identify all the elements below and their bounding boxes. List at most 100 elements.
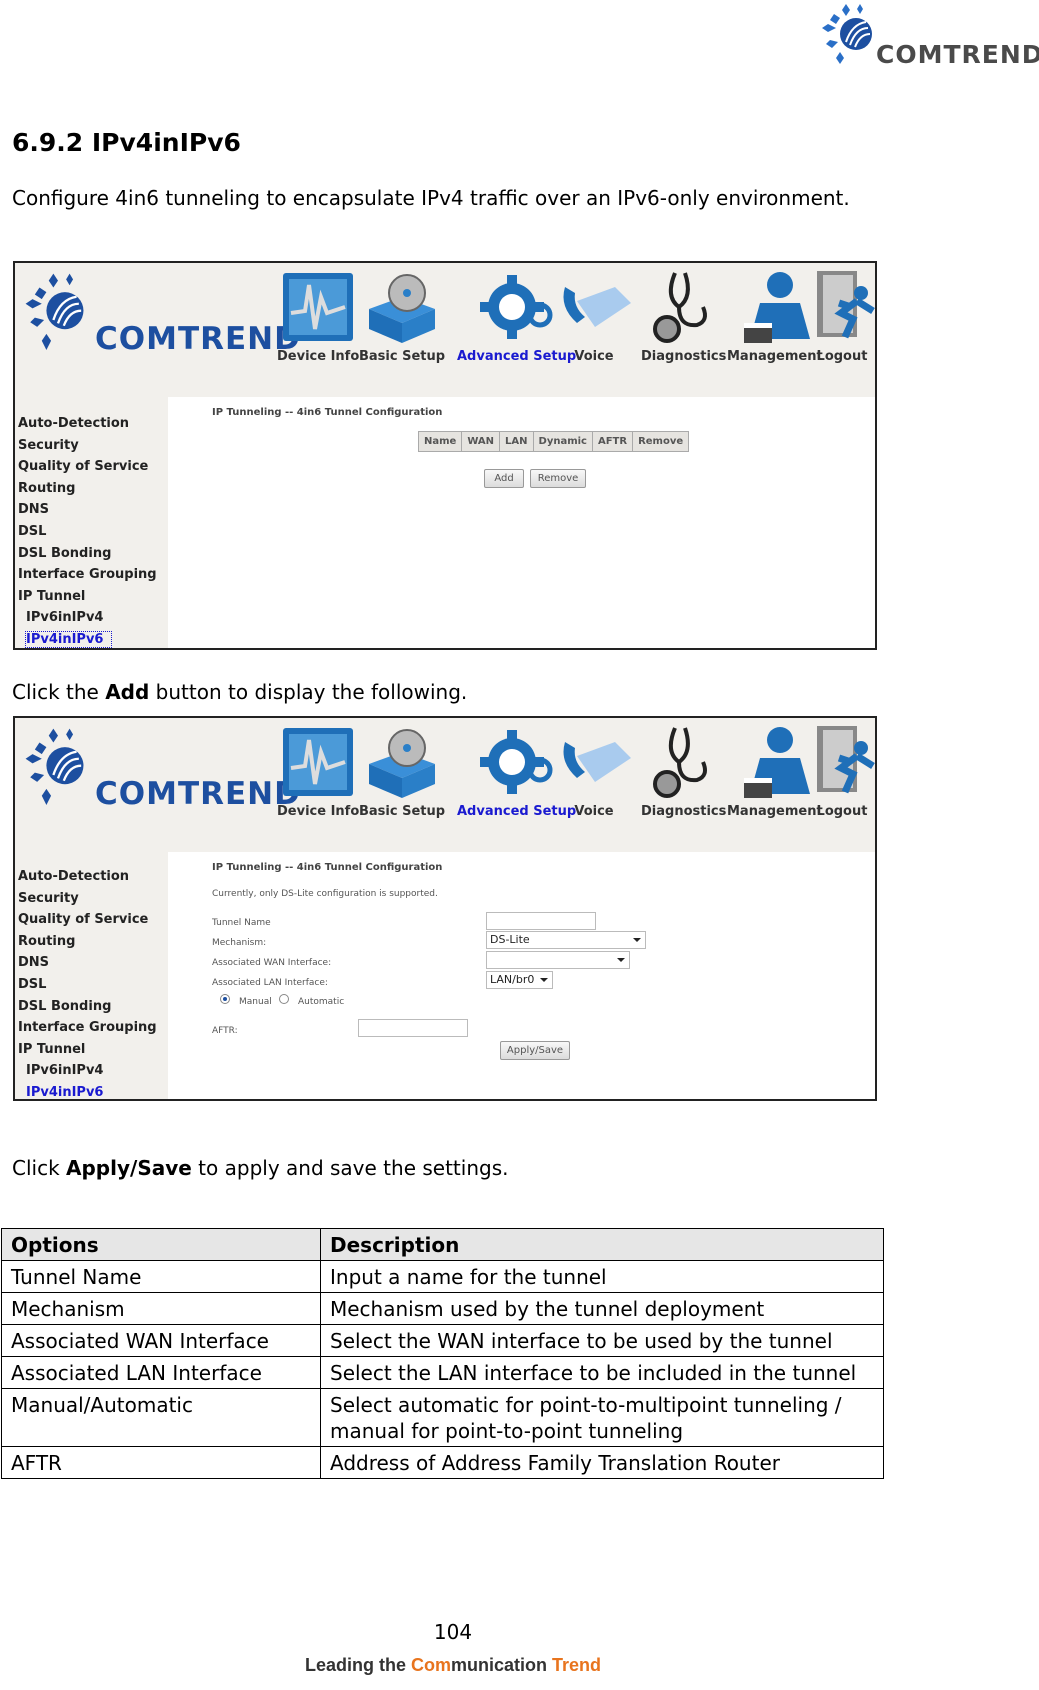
sidebar-item-ipv4inipv6[interactable]: IPv4inIPv6 [15, 1082, 168, 1099]
header-options: Options [1, 1228, 321, 1261]
apply-save-button[interactable]: Apply/Save [500, 1041, 570, 1060]
nav-basic-setup[interactable]: Basic Setup [359, 267, 445, 364]
device-info-icon [283, 728, 354, 796]
chevron-down-icon [633, 938, 641, 942]
config-title: IP Tunneling -- 4in6 Tunnel Configuratio… [212, 862, 443, 873]
device-info-icon [283, 273, 354, 341]
sidebar-item-security[interactable]: Security [15, 435, 168, 457]
router-screenshot-list: COMTREND Device Info Basic Setup Advance… [13, 261, 877, 650]
sidebar-item-qos[interactable]: Quality of Service [15, 456, 168, 478]
automatic-radio-label: Automatic [298, 997, 345, 1007]
table-row: Mechanism Mechanism used by the tunnel d… [1, 1292, 884, 1325]
col-name: Name [417, 431, 463, 452]
nav-logout[interactable]: Logout [803, 722, 875, 819]
wan-interface-label: Associated WAN Interface: [212, 958, 332, 968]
chevron-down-icon [617, 958, 625, 962]
sidebar-item-interface-grouping[interactable]: Interface Grouping [15, 1017, 168, 1039]
voice-phone-icon [563, 742, 631, 782]
sidebar-item-dns[interactable]: DNS [15, 952, 168, 974]
footer-tagline: Leading the Communication Trend [305, 1655, 602, 1675]
manual-radio-label: Manual [239, 997, 272, 1007]
router-brand-logo: COMTREND [23, 269, 300, 357]
sidebar-item-interface-grouping[interactable]: Interface Grouping [15, 564, 168, 586]
sidebar-item-security[interactable]: Security [15, 888, 168, 910]
diagnostics-stethoscope-icon [652, 727, 707, 798]
sidebar-item-auto-detection[interactable]: Auto-Detection [15, 866, 168, 888]
nav-basic-setup[interactable]: Basic Setup [359, 722, 445, 819]
add-button[interactable]: Add [484, 469, 524, 488]
ds-lite-note: Currently, only DS-Lite configuration is… [212, 889, 438, 899]
col-aftr: AFTR [591, 431, 634, 452]
sidebar-item-dsl-bonding[interactable]: DSL Bonding [15, 996, 168, 1018]
page-number: 104 [433, 1620, 473, 1644]
table-row: Tunnel Name Input a name for the tunnel [1, 1260, 884, 1293]
sidebar-item-routing[interactable]: Routing [15, 931, 168, 953]
col-wan: WAN [461, 431, 501, 452]
advanced-setup-gear-icon [479, 275, 553, 339]
nav-voice[interactable]: Voice [555, 267, 633, 364]
nav-logout[interactable]: Logout [803, 267, 875, 364]
col-lan: LAN [499, 431, 534, 452]
sidebar-item-dsl-bonding[interactable]: DSL Bonding [15, 543, 168, 565]
chevron-down-icon [540, 978, 548, 982]
click-apply-paragraph: Click Apply/Save to apply and save the s… [12, 1156, 509, 1180]
sidebar-item-dsl[interactable]: DSL [15, 974, 168, 996]
sidebar-item-ipv6inipv4[interactable]: IPv6inIPv4 [15, 607, 168, 629]
col-remove: Remove [632, 431, 690, 452]
nav-device-info[interactable]: Device Info [277, 267, 359, 364]
tunnel-name-label: Tunnel Name [212, 918, 271, 928]
mechanism-select[interactable]: DS-Lite [486, 931, 646, 949]
nav-diagnostics[interactable]: Diagnostics [641, 722, 726, 819]
sidebar-item-ip-tunnel[interactable]: IP Tunnel [15, 586, 168, 608]
nav-diagnostics[interactable]: Diagnostics [641, 267, 726, 364]
manual-radio[interactable] [220, 994, 230, 1004]
wan-interface-select[interactable] [486, 951, 630, 969]
router-screenshot-add: COMTREND Device Info Basic Setup Advance… [13, 716, 877, 1101]
basic-setup-icon [369, 274, 436, 343]
options-table: Options Description Tunnel Name Input a … [1, 1228, 884, 1479]
sidebar-item-ipv4inipv6[interactable]: IPv4inIPv6 [15, 629, 168, 648]
sidebar-item-routing[interactable]: Routing [15, 478, 168, 500]
router-brand-text: COMTREND [95, 776, 301, 812]
table-row: Manual/Automatic Select automatic for po… [1, 1388, 884, 1447]
lan-interface-label: Associated LAN Interface: [212, 978, 328, 988]
diagnostics-stethoscope-icon [652, 272, 707, 343]
sidebar-item-auto-detection[interactable]: Auto-Detection [15, 413, 168, 435]
sidebar-item-dns[interactable]: DNS [15, 499, 168, 521]
aftr-label: AFTR: [212, 1026, 238, 1036]
advanced-setup-gear-icon [479, 730, 553, 794]
sidebar-item-qos[interactable]: Quality of Service [15, 909, 168, 931]
comtrend-wordmark: COMTREND [876, 40, 1039, 69]
router-sidebar: Auto-Detection Security Quality of Servi… [15, 413, 168, 648]
remove-button[interactable]: Remove [530, 469, 586, 488]
sidebar-item-ipv6inipv4[interactable]: IPv6inIPv4 [15, 1060, 168, 1082]
sidebar-item-ip-tunnel[interactable]: IP Tunnel [15, 1039, 168, 1061]
lan-interface-select[interactable]: LAN/br0 [486, 971, 553, 989]
intro-paragraph: Configure 4in6 tunneling to encapsulate … [12, 186, 850, 210]
nav-voice[interactable]: Voice [555, 722, 633, 819]
voice-phone-icon [563, 287, 631, 327]
table-row: Associated LAN Interface Select the LAN … [1, 1356, 884, 1389]
router-sidebar: Auto-Detection Security Quality of Servi… [15, 866, 168, 1099]
aftr-input[interactable] [358, 1019, 468, 1037]
header-description: Description [320, 1228, 884, 1261]
table-row: AFTR Address of Address Family Translati… [1, 1446, 884, 1479]
table-header-row: Options Description [1, 1228, 884, 1261]
sidebar-item-dsl[interactable]: DSL [15, 521, 168, 543]
router-brand-text: COMTREND [95, 321, 301, 357]
router-content-area: IP Tunneling -- 4in6 Tunnel Configuratio… [168, 852, 875, 1099]
click-add-paragraph: Click the Add button to display the foll… [12, 680, 468, 704]
basic-setup-icon [369, 729, 436, 798]
comtrend-logo-icon [25, 728, 84, 806]
tunnel-name-input[interactable] [486, 912, 596, 930]
router-brand-logo: COMTREND [23, 724, 300, 812]
config-title: IP Tunneling -- 4in6 Tunnel Configuratio… [212, 407, 443, 418]
mechanism-label: Mechanism: [212, 938, 267, 948]
comtrend-page-logo: COMTREND [820, 2, 1039, 69]
logout-running-man-icon [817, 271, 875, 339]
logout-running-man-icon [817, 726, 875, 794]
automatic-radio[interactable] [279, 994, 289, 1004]
router-content-area: IP Tunneling -- 4in6 Tunnel Configuratio… [168, 397, 875, 648]
section-heading: 6.9.2 IPv4inIPv6 [12, 128, 241, 157]
nav-device-info[interactable]: Device Info [277, 722, 359, 819]
